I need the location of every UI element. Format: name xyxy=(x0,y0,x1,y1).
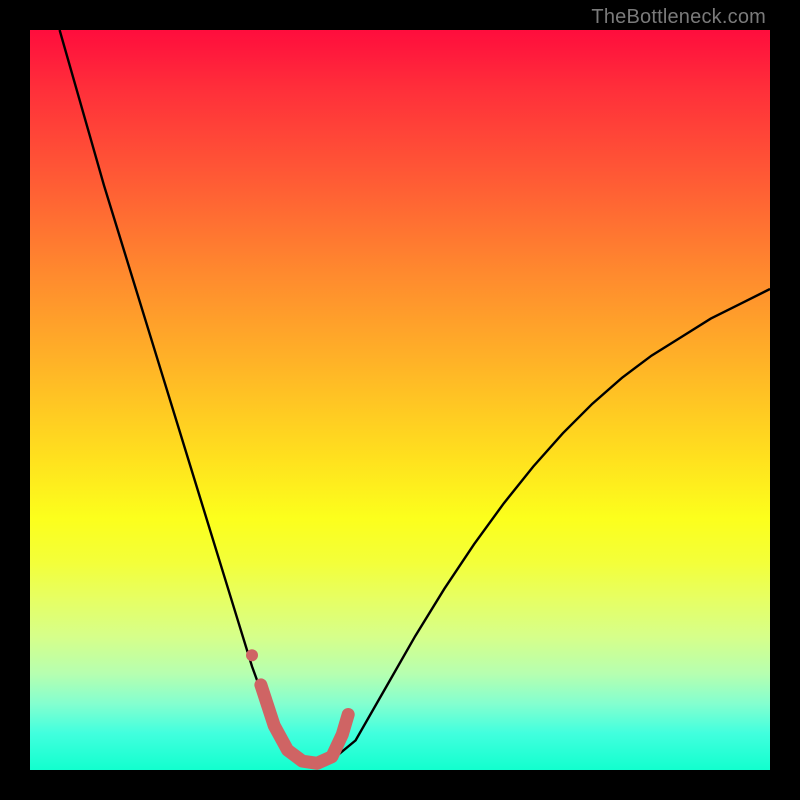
highlight-dots xyxy=(246,649,258,661)
bottleneck-curve-path xyxy=(60,30,770,765)
plot-area xyxy=(30,30,770,770)
watermark-text: TheBottleneck.com xyxy=(591,6,766,29)
highlight-dot xyxy=(246,649,258,661)
bottleneck-curve-svg xyxy=(30,30,770,770)
chart-frame: TheBottleneck.com xyxy=(0,0,800,800)
highlight-region-path xyxy=(261,685,348,763)
